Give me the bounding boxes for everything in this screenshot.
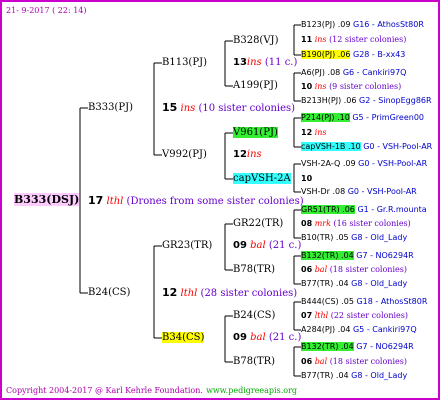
pp-info: 13ins (11 c.) (233, 57, 297, 69)
pmp-name: V961(PJ) (233, 127, 278, 138)
g4-row: 08 mrk (16 sister colonies) (301, 219, 411, 228)
root-name: B333(DSJ) (14, 193, 80, 206)
pp-gen: 13 (233, 57, 247, 68)
m1-name: B24(CS) (88, 287, 131, 298)
g4-row: VSH-Dr .08 G0 - VSH-Pool-AR (301, 187, 417, 196)
g4-row: B77(TR) .04 G8 - Old_Lady (301, 279, 408, 288)
mm-info: 09 bal (21 c.) (233, 332, 301, 344)
pmm-name: capVSH-2A (233, 173, 291, 184)
mp-sisters: (21 c.) (268, 240, 302, 251)
g4-row: 12 ins (301, 128, 327, 137)
copyright-text: Copyright 2004-2017 @ Karl Kehrle Founda… (6, 386, 203, 395)
g4-row: GR51(TR) .06 G1 - Gr.R.mounta (301, 205, 427, 214)
g4-row: B190(PJ) .06 G28 - B-xx43 (301, 50, 406, 59)
pm-name: V992(PJ) (162, 149, 207, 160)
p1-gen: 15 (162, 101, 178, 114)
footer: Copyright 2004-2017 @ Karl Kehrle Founda… (6, 385, 297, 397)
m1-info: 12 lthl (28 sister colonies) (162, 287, 297, 300)
mp-info: 09 bal (21 c.) (233, 240, 301, 252)
p1-info: 15 ins (10 sister colonies) (162, 102, 295, 115)
g4-row: P214(PJ) .10 G5 - PrimGreen00 (301, 113, 424, 122)
pedigree-frame: 21- 9-2017 ( 22: 14) B333(DSJ) 17 lthl (… (0, 0, 440, 400)
g4-row: B132(TR) .04 G7 - NO6294R (301, 342, 414, 351)
g4-row: B213H(PJ) .06 G2 - SinopEgg86R (301, 96, 432, 105)
mmp-name: B24(CS) (233, 310, 276, 321)
pp-note: ins (246, 57, 262, 68)
root-sisters: (Drones from some sister colonies) (126, 196, 304, 207)
mpm-name: B78(TR) (233, 264, 276, 275)
root-gen: 17 (88, 194, 104, 207)
p1-note: ins (180, 103, 196, 114)
p1-sisters: (10 sister colonies) (198, 103, 296, 114)
mp-name: GR23(TR) (162, 240, 213, 251)
g4-row: A6(PJ) .08 G6 - Cankiri97Q (301, 68, 407, 77)
root-colony: B333(DSJ) (14, 193, 80, 207)
ppm-name: A199(PJ) (233, 80, 278, 91)
ppp-name: B328(VJ) (233, 35, 279, 46)
g4-row: 07 lthl (22 sister colonies) (301, 311, 408, 320)
mm-name-wrap: B34(CS) (162, 332, 205, 344)
g4-row: A284(PJ) .04 G5 - Cankiri97Q (301, 325, 417, 334)
mp-gen: 09 (233, 240, 247, 251)
g4-row: B132(TR) .04 G7 - NO6294R (301, 251, 414, 260)
root-note: lthl (106, 196, 124, 207)
g4-row: B444(CS) .05 G18 - AthosSt80R (301, 297, 428, 306)
g4-row: VSH-2A-Q .09 G0 - VSH-Pool-AR (301, 159, 428, 168)
pmm-wrap: capVSH-2A (233, 173, 291, 185)
m1-note: lthl (180, 288, 198, 299)
pmp-wrap: V961(PJ) (233, 127, 278, 139)
g4-row: B77(TR) .04 G8 - Old_Lady (301, 371, 408, 380)
mm-sisters: (21 c.) (268, 332, 302, 343)
g4-row: B123(PJ) .09 G16 - AthosSt80R (301, 20, 424, 29)
mmm-name: B78(TR) (233, 356, 276, 367)
mpp-name: GR22(TR) (233, 218, 284, 229)
g4-row: 10 ins (9 sister colonies) (301, 82, 402, 91)
root-info: 17 lthl (Drones from some sister colonie… (88, 195, 304, 208)
m1-gen: 12 (162, 286, 178, 299)
date-header: 21- 9-2017 ( 22: 14) (6, 6, 87, 15)
g4-row: 06 bal (18 sister colonies) (301, 357, 407, 366)
site-link[interactable]: www.pedigreeapis.org (206, 386, 297, 395)
pm-gen: 12 (233, 149, 247, 160)
pp-name: B113(PJ) (162, 57, 207, 68)
g4-row: capVSH-1B .10 G0 - VSH-Pool-AR (301, 142, 433, 151)
g4-row: B10(TR) .05 G8 - Old_Lady (301, 233, 408, 242)
pm-note: ins (246, 149, 262, 160)
mm-note: bal (250, 332, 266, 343)
g4-row: 06 bal (18 sister colonies) (301, 265, 407, 274)
g4-row: 11 ins (12 sister colonies) (301, 35, 407, 44)
mm-name: B34(CS) (162, 332, 205, 343)
mm-gen: 09 (233, 332, 247, 343)
m1-sisters: (28 sister colonies) (200, 288, 298, 299)
p1-name: B333(PJ) (88, 102, 133, 113)
g4-row: 10 (301, 174, 313, 183)
pm-info: 12ins (233, 149, 262, 161)
mp-note: bal (250, 240, 266, 251)
pp-sisters: (11 c.) (264, 57, 298, 68)
